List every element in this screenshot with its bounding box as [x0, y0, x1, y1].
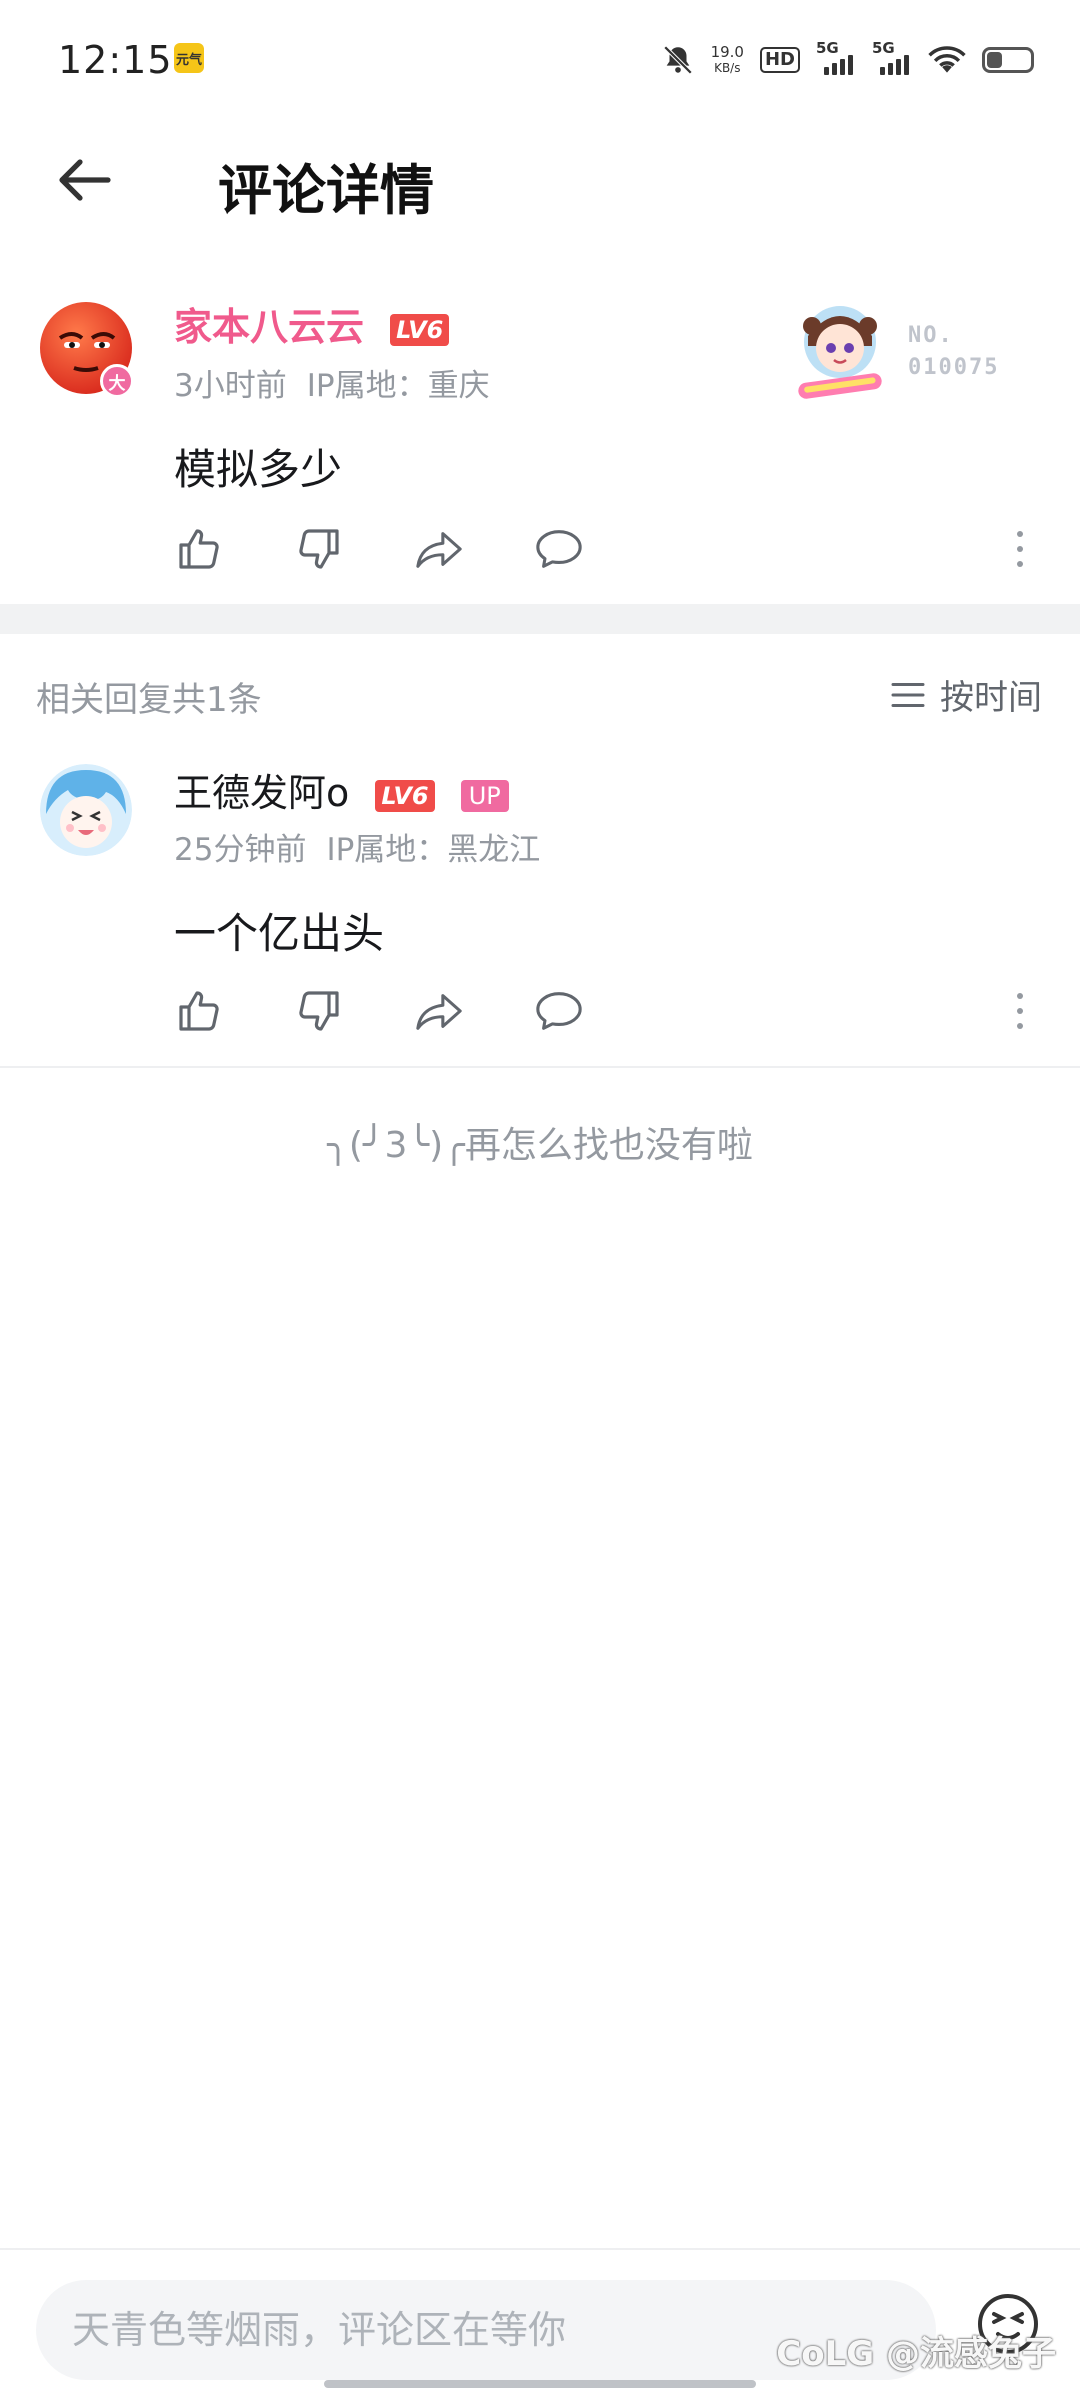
- more-options-button[interactable]: [1005, 522, 1035, 576]
- sort-label: 按时间: [940, 678, 1042, 718]
- fan-card-label: NO.: [908, 323, 954, 348]
- share-button[interactable]: [412, 522, 466, 576]
- comment-detail-page: 12:15 元气 19.0 KB/s HD 5G 5G 评论详情 大 家本八云云…: [0, 0, 1080, 2400]
- section-divider: [0, 604, 1080, 634]
- avatar[interactable]: 大: [40, 302, 134, 398]
- reply-button[interactable]: [532, 522, 586, 576]
- share-arrow-icon: [416, 994, 462, 1030]
- page-title: 评论详情: [218, 159, 434, 222]
- share-arrow-icon: [416, 532, 462, 568]
- signal-sim2-icon: 5G: [872, 39, 912, 75]
- comment-meta: 3小时前 IP属地：重庆: [174, 360, 490, 405]
- more-dots-icon: [1017, 993, 1023, 999]
- reply-like-button[interactable]: [172, 984, 226, 1038]
- vip-badge-char: 大: [108, 373, 126, 394]
- more-dots-icon: [1017, 531, 1023, 537]
- top-app-bar: 评论详情: [0, 120, 1080, 240]
- thumbs-down-icon: [299, 529, 339, 569]
- list-divider: [0, 1066, 1080, 1068]
- sort-button[interactable]: 按时间: [890, 670, 1042, 719]
- sim2-label: 5G: [872, 39, 895, 57]
- comment-input-bar: CoLG @流感兔子: [0, 2248, 1080, 2400]
- reply-level-badge: LV6: [375, 779, 435, 812]
- signal-sim1-icon: 5G: [816, 39, 856, 75]
- menu-lines-icon: [891, 682, 925, 707]
- end-of-list-message: ╮(╯3╰)╭再怎么找也没有啦: [327, 1125, 753, 1166]
- up-badge: UP: [460, 779, 509, 812]
- arrow-left-icon: [59, 159, 111, 201]
- level-badge: LV6: [390, 313, 450, 346]
- replies-count: 相关回复共1条: [36, 680, 262, 720]
- username[interactable]: 家本八云云: [174, 305, 364, 349]
- net-speed: 19.0 KB/s: [711, 44, 744, 76]
- reply-actions: [172, 984, 586, 1038]
- status-time: 12:15: [58, 38, 173, 82]
- vip-badge: 大: [100, 364, 134, 398]
- comment-bubble-icon: [536, 992, 582, 1030]
- reply-username[interactable]: 王德发阿o: [174, 771, 349, 815]
- battery-icon: [982, 47, 1034, 73]
- like-button[interactable]: [172, 522, 226, 576]
- net-speed-value: 19.0: [710, 43, 744, 61]
- reply-time: 25分钟前: [174, 832, 307, 868]
- home-indicator[interactable]: [324, 2380, 756, 2388]
- thumbs-up-icon: [179, 991, 219, 1031]
- wifi-icon: [928, 46, 966, 73]
- thumbs-up-icon: [179, 529, 219, 569]
- reply-dislike-button[interactable]: [292, 984, 346, 1038]
- app-notification-icon: 元气: [174, 43, 204, 73]
- sim1-label: 5G: [816, 39, 839, 57]
- thumbs-down-icon: [299, 991, 339, 1031]
- reply-ip-location: IP属地：黑龙江: [326, 832, 541, 868]
- reply-avatar-image: [40, 764, 132, 856]
- fan-card-value: 010075: [908, 355, 1000, 380]
- net-speed-unit: KB/s: [714, 61, 741, 75]
- fan-card-number: NO. 010075: [908, 320, 999, 384]
- reply-meta: 25分钟前 IP属地：黑龙江: [174, 824, 540, 869]
- comment-time: 3小时前: [174, 368, 287, 404]
- dislike-button[interactable]: [292, 522, 346, 576]
- reply-reply-button[interactable]: [532, 984, 586, 1038]
- mute-bell-icon: [663, 45, 692, 75]
- watermark: CoLG @流感兔子: [776, 2334, 1056, 2374]
- reply-username-row: 王德发阿o LV6 UP: [174, 762, 509, 817]
- hd-voice-icon: HD: [759, 47, 800, 73]
- reply-content: 一个亿出头: [174, 909, 385, 958]
- reply-avatar[interactable]: [40, 764, 132, 856]
- back-button[interactable]: [44, 148, 124, 212]
- status-icons: 19.0 KB/s HD 5G 5G: [661, 36, 1034, 84]
- fan-card[interactable]: NO. 010075: [790, 296, 1020, 406]
- comment-bubble-icon: [536, 530, 582, 568]
- username-row: 家本八云云 LV6: [174, 296, 450, 351]
- reply-more-options-button[interactable]: [1005, 984, 1035, 1038]
- comment-actions: [172, 522, 586, 576]
- reply-share-button[interactable]: [412, 984, 466, 1038]
- fan-card-figure: [798, 306, 882, 399]
- comment-content: 模拟多少: [174, 445, 343, 494]
- status-bar: 12:15 元气 19.0 KB/s HD 5G 5G: [0, 0, 1080, 120]
- ip-location: IP属地：重庆: [306, 368, 490, 404]
